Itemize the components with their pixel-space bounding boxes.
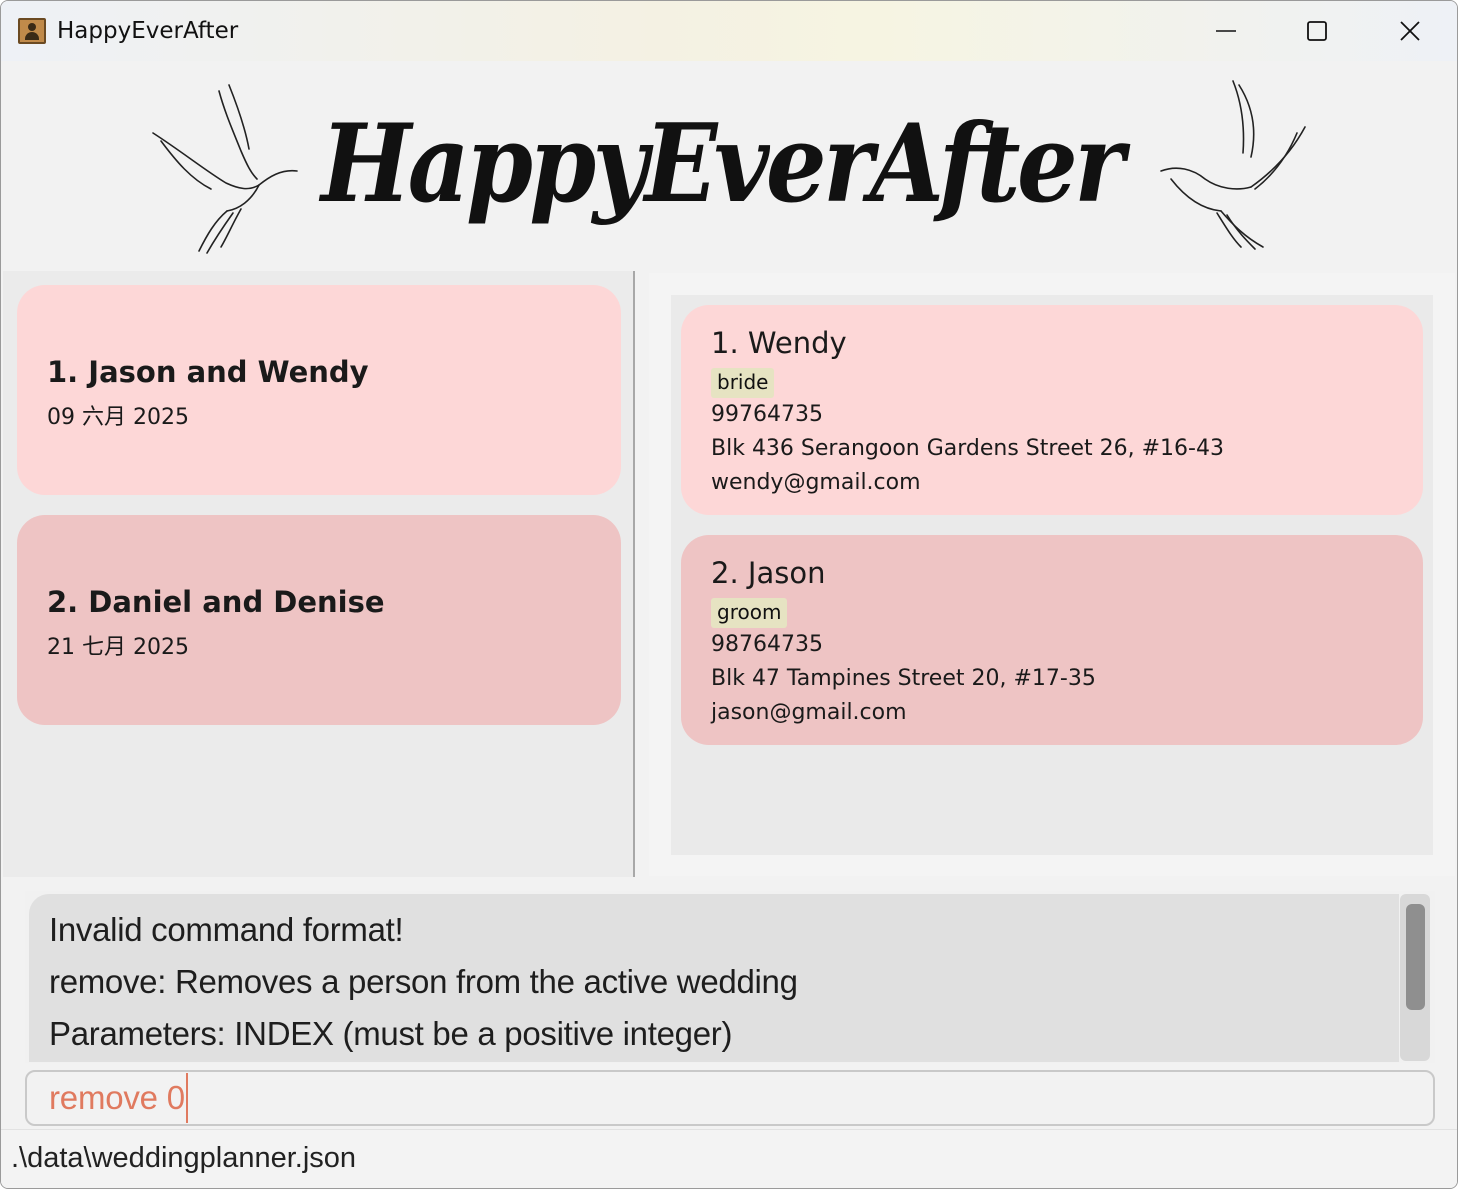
close-button[interactable]: [1364, 1, 1456, 61]
status-bar: .\data\weddingplanner.json: [1, 1129, 1457, 1188]
maximize-icon: [1307, 21, 1327, 41]
person-phone: 98764735: [711, 632, 823, 657]
wedding-name: 2. Daniel and Denise: [47, 585, 385, 619]
dove-left-icon: [152, 84, 298, 254]
wedding-card[interactable]: 2. Daniel and Denise 21 七月 2025: [17, 515, 621, 725]
maximize-button[interactable]: [1271, 1, 1363, 61]
command-text: remove 0: [49, 1079, 185, 1116]
minimize-icon: [1216, 30, 1236, 32]
banner: HappyEverAfter: [1, 61, 1457, 271]
command-input[interactable]: remove 0: [25, 1070, 1435, 1126]
result-line: remove: Removes a person from the active…: [49, 963, 798, 1000]
person-address: Blk 436 Serangoon Gardens Street 26, #16…: [711, 436, 1224, 461]
person-address: Blk 47 Tampines Street 20, #17-35: [711, 666, 1096, 691]
person-card[interactable]: 1. Wendy bride 99764735 Blk 436 Serangoo…: [681, 305, 1423, 515]
window-title: HappyEverAfter: [57, 18, 239, 44]
text-caret: [185, 1073, 188, 1123]
wedding-date: 09 六月 2025: [47, 405, 189, 430]
panel-divider[interactable]: [633, 271, 635, 877]
person-name: 2. Jason: [711, 556, 826, 590]
person-phone: 99764735: [711, 402, 823, 427]
person-email: jason@gmail.com: [711, 700, 907, 725]
wedding-name: 1. Jason and Wendy: [47, 355, 369, 389]
person-card[interactable]: 2. Jason groom 98764735 Blk 47 Tampines …: [681, 535, 1423, 745]
result-line: Invalid command format!: [49, 911, 404, 948]
wedding-card[interactable]: 1. Jason and Wendy 09 六月 2025: [17, 285, 621, 495]
app-window: HappyEverAfter HappyEverAfter 1. Jason a…: [0, 0, 1458, 1189]
person-name: 1. Wendy: [711, 326, 847, 360]
role-tag: bride: [711, 368, 775, 398]
wedding-date: 21 七月 2025: [47, 635, 189, 660]
result-display[interactable]: Invalid command format! remove: Removes …: [29, 894, 1399, 1062]
result-scrollbar-thumb[interactable]: [1406, 904, 1425, 1010]
logo-text: HappyEverAfter: [318, 101, 1130, 227]
close-icon: [1400, 21, 1420, 41]
result-line: Parameters: INDEX (must be a positive in…: [49, 1015, 733, 1052]
role-tag: groom: [711, 598, 788, 628]
minimize-button[interactable]: [1180, 1, 1272, 61]
person-email: wendy@gmail.com: [711, 470, 921, 495]
app-icon: [18, 18, 46, 44]
title-bar: HappyEverAfter: [1, 1, 1457, 61]
save-file-path: .\data\weddingplanner.json: [11, 1142, 357, 1174]
dove-right-icon: [1160, 80, 1306, 250]
